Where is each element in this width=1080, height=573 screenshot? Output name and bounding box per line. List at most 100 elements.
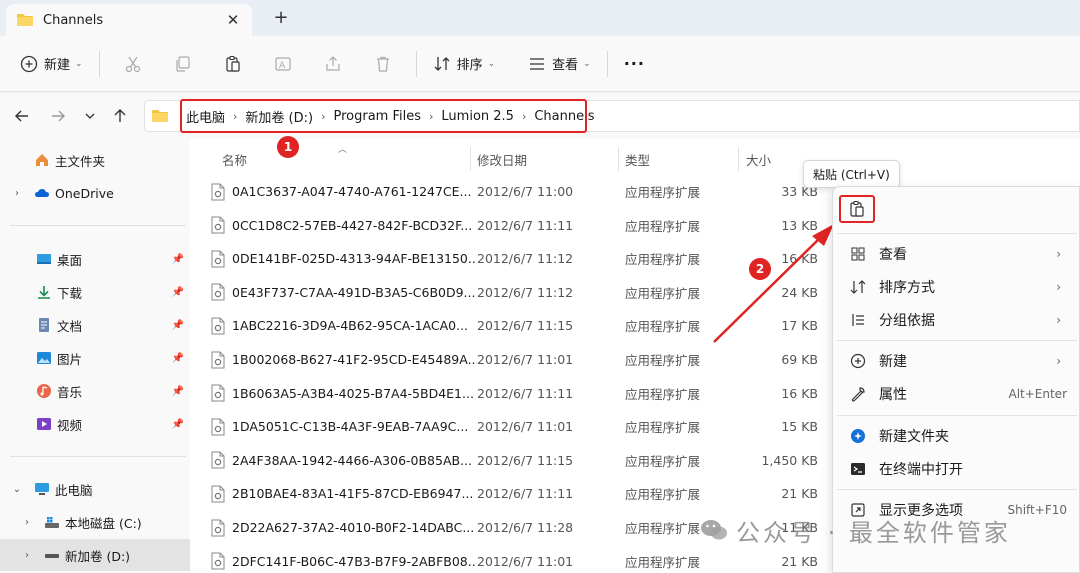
desktop-icon: [36, 251, 52, 267]
file-size: 16 KB: [781, 251, 818, 267]
download-icon: [36, 284, 52, 300]
nav-divider: [10, 225, 186, 226]
more-options-button[interactable]: ···: [616, 47, 653, 81]
share-button[interactable]: [308, 47, 358, 81]
up-button[interactable]: [110, 106, 130, 126]
file-date: 2012/6/7 11:12: [477, 251, 574, 267]
nav-item-home[interactable]: 主文件夹: [0, 144, 190, 176]
nav-item-label: OneDrive: [55, 185, 114, 201]
menu-item-view[interactable]: 查看 ›: [837, 237, 1077, 270]
chevron-right-icon[interactable]: ›: [20, 550, 34, 561]
file-name: 2DFC141F-B06C-47B3-B7F9-2ABFB08...: [232, 553, 477, 569]
dll-file-icon: [211, 485, 225, 503]
nav-item-documents[interactable]: 文档 📌: [0, 309, 190, 341]
column-divider[interactable]: [738, 147, 739, 171]
chevron-right-icon: ›: [1056, 353, 1061, 368]
arrow-left-icon: [15, 110, 28, 122]
arrow-right-icon: [52, 110, 65, 122]
nav-item-label: 下载: [57, 285, 83, 301]
back-button[interactable]: [12, 106, 32, 126]
pin-icon[interactable]: 📌: [172, 254, 184, 265]
nav-item-this-pc[interactable]: ⌄ 此电脑: [0, 473, 190, 505]
paste-button[interactable]: [839, 195, 875, 223]
file-size: 17 KB: [781, 318, 818, 334]
recent-locations-button[interactable]: [80, 106, 100, 126]
pin-icon[interactable]: 📌: [172, 320, 184, 331]
menu-item-sort-by[interactable]: 排序方式 ›: [837, 270, 1077, 303]
delete-button[interactable]: [358, 47, 408, 81]
menu-item-new-folder[interactable]: 新建文件夹: [837, 419, 1077, 452]
cut-button[interactable]: [108, 47, 158, 81]
nav-item-music[interactable]: 音乐 📌: [0, 375, 190, 407]
wrench-icon: [849, 385, 867, 403]
toolbar-divider: [606, 50, 608, 77]
chevron-down-icon: ⌄: [75, 58, 83, 69]
nav-item-downloads[interactable]: 下载 📌: [0, 276, 190, 308]
dll-file-icon: [211, 351, 225, 368]
file-date: 2012/6/7 11:28: [477, 520, 574, 535]
menu-item-new[interactable]: 新建 ›: [837, 344, 1077, 377]
nav-item-label: 音乐: [57, 384, 83, 400]
breadcrumb-highlight-box: [180, 99, 587, 133]
rename-button[interactable]: A: [258, 47, 308, 81]
nav-item-onedrive[interactable]: › OneDrive: [0, 177, 190, 209]
paste-toolbar-button[interactable]: [208, 47, 258, 81]
file-type: 应用程序扩展: [625, 218, 701, 234]
shortcut-shift-f10: Shift+F10: [1007, 502, 1067, 517]
title-bar: Channels ✕ +: [0, 0, 1080, 36]
new-tab-button[interactable]: +: [270, 8, 292, 30]
menu-item-properties[interactable]: 属性 Alt+Enter: [837, 377, 1077, 410]
column-header-date[interactable]: 修改日期: [477, 147, 527, 171]
nav-item-local-c[interactable]: › 本地磁盘 (C:): [0, 506, 190, 538]
toolbar-divider: [415, 50, 417, 77]
column-divider[interactable]: [470, 147, 471, 171]
file-name: 2A4F38AA-1942-4466-A306-0B85AB...: [232, 452, 473, 468]
column-header-name[interactable]: 名称: [222, 147, 247, 171]
nav-item-new-d[interactable]: › 新加卷 (D:): [0, 539, 190, 571]
nav-item-desktop[interactable]: 桌面 📌: [0, 243, 190, 275]
chevron-right-icon[interactable]: ›: [10, 188, 24, 199]
nav-item-label: 新加卷 (D:): [65, 548, 131, 564]
new-button-label: 新建: [44, 58, 71, 73]
document-icon: [36, 317, 52, 333]
dll-file-icon: [211, 216, 225, 234]
pin-icon[interactable]: 📌: [172, 386, 184, 397]
nav-item-videos[interactable]: 视频 📌: [0, 408, 190, 440]
forward-button[interactable]: [48, 106, 68, 126]
nav-item-pictures[interactable]: 图片 📌: [0, 342, 190, 374]
file-name: 1ABC2216-3D9A-4B62-95CA-1ACA0...: [232, 318, 469, 334]
file-type: 应用程序扩展: [625, 453, 701, 469]
file-size: 13 KB: [781, 217, 818, 233]
file-name: 0E43F737-C7AA-491D-B3A5-C6B0D9...: [232, 284, 476, 300]
menu-item-open-terminal[interactable]: 在终端中打开: [837, 452, 1077, 485]
file-name: 0A1C3637-A047-4740-A761-1247CE...: [232, 184, 472, 199]
copy-button[interactable]: [158, 47, 208, 81]
drive-d-icon: [44, 547, 60, 563]
file-size: 15 KB: [781, 419, 818, 435]
chevron-down-icon[interactable]: ⌄: [10, 484, 24, 495]
new-button[interactable]: 新建 ⌄: [12, 47, 91, 81]
pin-icon[interactable]: 📌: [172, 419, 184, 430]
file-name: 1B002068-B627-41F2-95CD-E45489A...: [232, 352, 477, 367]
file-date: 2012/6/7 11:15: [477, 452, 574, 468]
pin-icon[interactable]: 📌: [172, 353, 184, 364]
chevron-right-icon: ›: [1056, 279, 1061, 294]
view-button[interactable]: 查看 ⌄: [520, 47, 599, 81]
sort-button[interactable]: 排序 ⌄: [425, 47, 504, 81]
file-date: 2012/6/7 11:01: [477, 419, 574, 435]
file-date: 2012/6/7 11:12: [477, 284, 574, 300]
file-type: 应用程序扩展: [625, 420, 701, 436]
column-divider[interactable]: [618, 147, 619, 171]
column-header-type[interactable]: 类型: [625, 147, 650, 171]
file-date: 2012/6/7 11:11: [477, 217, 574, 233]
chevron-right-icon[interactable]: ›: [20, 517, 34, 528]
column-header-size[interactable]: 大小: [746, 147, 771, 171]
nav-item-label: 图片: [57, 351, 83, 367]
pin-icon[interactable]: 📌: [172, 287, 184, 298]
file-size: 16 KB: [781, 385, 818, 401]
file-date: 2012/6/7 11:11: [477, 486, 574, 502]
tab-channels[interactable]: Channels ✕: [6, 4, 252, 36]
close-tab-icon[interactable]: ✕: [224, 11, 242, 29]
menu-divider: [837, 415, 1077, 416]
menu-item-group-by[interactable]: 分组依据 ›: [837, 303, 1077, 336]
